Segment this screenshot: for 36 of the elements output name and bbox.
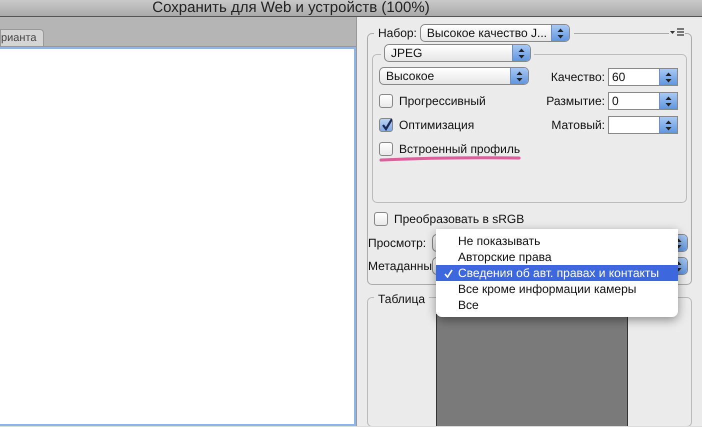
metadata-label: Метаданны (368, 258, 432, 275)
quality-dropdown[interactable]: Высокое (379, 67, 529, 85)
stepper-arrows-icon (675, 238, 682, 248)
field-label: Размытие: (546, 93, 605, 110)
preset-dropdown[interactable]: Высокое качество J... (420, 24, 570, 42)
checkbox-label: Встроенный профиль (399, 141, 520, 158)
preview-label: Просмотр: (368, 235, 428, 252)
stepper-arrows-icon (556, 28, 564, 38)
field-label: Матовый: (551, 117, 605, 134)
checkbox[interactable] (379, 142, 393, 156)
format-dropdown[interactable]: JPEG (384, 44, 531, 62)
menu-item[interactable]: Все кроме информации камеры (436, 281, 678, 297)
menu-item[interactable]: Авторские права (436, 249, 678, 265)
checkbox[interactable] (374, 212, 388, 226)
number-field[interactable]: 60 (608, 68, 678, 86)
stepper-arrows-icon (665, 72, 672, 82)
checkbox-label: Прогрессивный (399, 93, 486, 110)
checkbox-label: Оптимизация (399, 117, 474, 134)
number-field[interactable] (608, 116, 678, 134)
window-title: Сохранить для Web и устройств (100%) (152, 0, 430, 18)
menu-item[interactable]: Все (436, 297, 678, 313)
checkmark-icon (380, 118, 392, 132)
preset-label: Набор: (378, 25, 417, 42)
number-field[interactable]: 0 (608, 92, 678, 110)
field-label: Качество: (550, 69, 605, 86)
stepper-arrows-icon (665, 96, 672, 106)
stepper-arrows-icon (518, 48, 525, 58)
stepper-arrows-icon (675, 260, 682, 272)
stepper-arrows-icon (665, 120, 672, 130)
tab[interactable]: рианта (0, 29, 44, 46)
menu-item[interactable]: Сведения об авт. правах и контакты (436, 265, 678, 281)
stepper-arrows-icon (516, 70, 523, 82)
menu-item[interactable]: Не показывать (436, 233, 678, 249)
checkbox-label: Преобразовать в sRGB (394, 211, 524, 228)
checkbox[interactable] (379, 118, 393, 132)
checkbox[interactable] (379, 94, 393, 108)
